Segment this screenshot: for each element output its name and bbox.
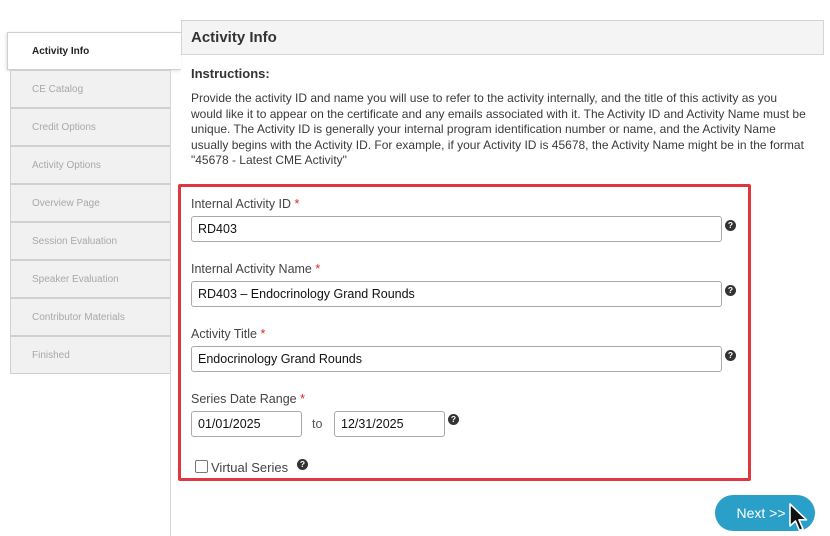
help-icon[interactable]: ? (297, 459, 308, 470)
sidebar-item-ce-catalog[interactable]: CE Catalog (10, 70, 171, 108)
activity-id-label: Internal Activity ID * (191, 197, 299, 211)
sidebar-item-credit-options[interactable]: Credit Options (10, 108, 171, 146)
help-icon[interactable]: ? (725, 350, 736, 361)
mouse-pointer-icon (789, 503, 808, 532)
next-button-label: Next >> (736, 505, 786, 521)
activity-title-label-text: Activity Title (191, 327, 257, 341)
help-icon[interactable]: ? (725, 285, 736, 296)
sidebar-item-label: Credit Options (32, 121, 96, 133)
activity-title-value: Endocrinology Grand Rounds (198, 352, 362, 366)
sidebar-item-label: Activity Info (32, 45, 90, 57)
sidebar-item-label: Speaker Evaluation (32, 273, 119, 285)
sidebar-item-label: CE Catalog (32, 83, 84, 95)
activity-id-value: RD403 (198, 222, 237, 236)
required-marker: * (315, 262, 321, 276)
sidebar-item-label: Activity Options (32, 159, 101, 171)
activity-id-input[interactable]: RD403 (191, 216, 722, 242)
activity-name-label: Internal Activity Name * (191, 262, 320, 276)
sidebar-item-label: Finished (32, 349, 70, 361)
series-date-range-label-text: Series Date Range (191, 392, 297, 406)
sidebar-item-finished[interactable]: Finished (10, 336, 171, 374)
sidebar-item-session-evaluation[interactable]: Session Evaluation (10, 222, 171, 260)
help-icon[interactable]: ? (448, 414, 459, 425)
sidebar-item-speaker-evaluation[interactable]: Speaker Evaluation (10, 260, 171, 298)
series-end-date-input[interactable]: 12/31/2025 (334, 411, 445, 437)
virtual-series-checkbox[interactable] (195, 460, 208, 473)
activity-name-value: RD403 – Endocrinology Grand Rounds (198, 287, 415, 301)
sidebar-item-contributor-materials[interactable]: Contributor Materials (10, 298, 171, 336)
sidebar-item-label: Session Evaluation (32, 235, 118, 247)
sidebar-item-label: Contributor Materials (32, 311, 125, 323)
virtual-series-label: Virtual Series (211, 460, 289, 475)
activity-name-label-text: Internal Activity Name (191, 262, 312, 276)
instructions-heading: Instructions: (191, 66, 270, 81)
sidebar-item-activity-options[interactable]: Activity Options (10, 146, 171, 184)
sidebar-item-label: Overview Page (32, 197, 100, 209)
instructions-text: Provide the activity ID and name you wil… (191, 91, 806, 168)
help-icon[interactable]: ? (725, 220, 736, 231)
required-marker: * (294, 197, 300, 211)
series-start-date-value: 01/01/2025 (198, 417, 261, 431)
activity-id-label-text: Internal Activity ID (191, 197, 292, 211)
series-end-date-value: 12/31/2025 (341, 417, 404, 431)
activity-name-input[interactable]: RD403 – Endocrinology Grand Rounds (191, 281, 722, 307)
activity-title-input[interactable]: Endocrinology Grand Rounds (191, 346, 722, 372)
required-marker: * (300, 392, 305, 406)
sidebar-item-overview-page[interactable]: Overview Page (10, 184, 171, 222)
sidebar-divider (170, 70, 171, 536)
series-date-range-label: Series Date Range * (191, 392, 305, 406)
required-marker: * (260, 327, 266, 341)
series-start-date-input[interactable]: 01/01/2025 (191, 411, 302, 437)
activity-title-label: Activity Title * (191, 327, 265, 341)
sidebar-item-activity-info[interactable]: Activity Info (7, 32, 181, 70)
date-range-to-label: to (312, 417, 323, 431)
page-title: Activity Info (181, 20, 824, 55)
